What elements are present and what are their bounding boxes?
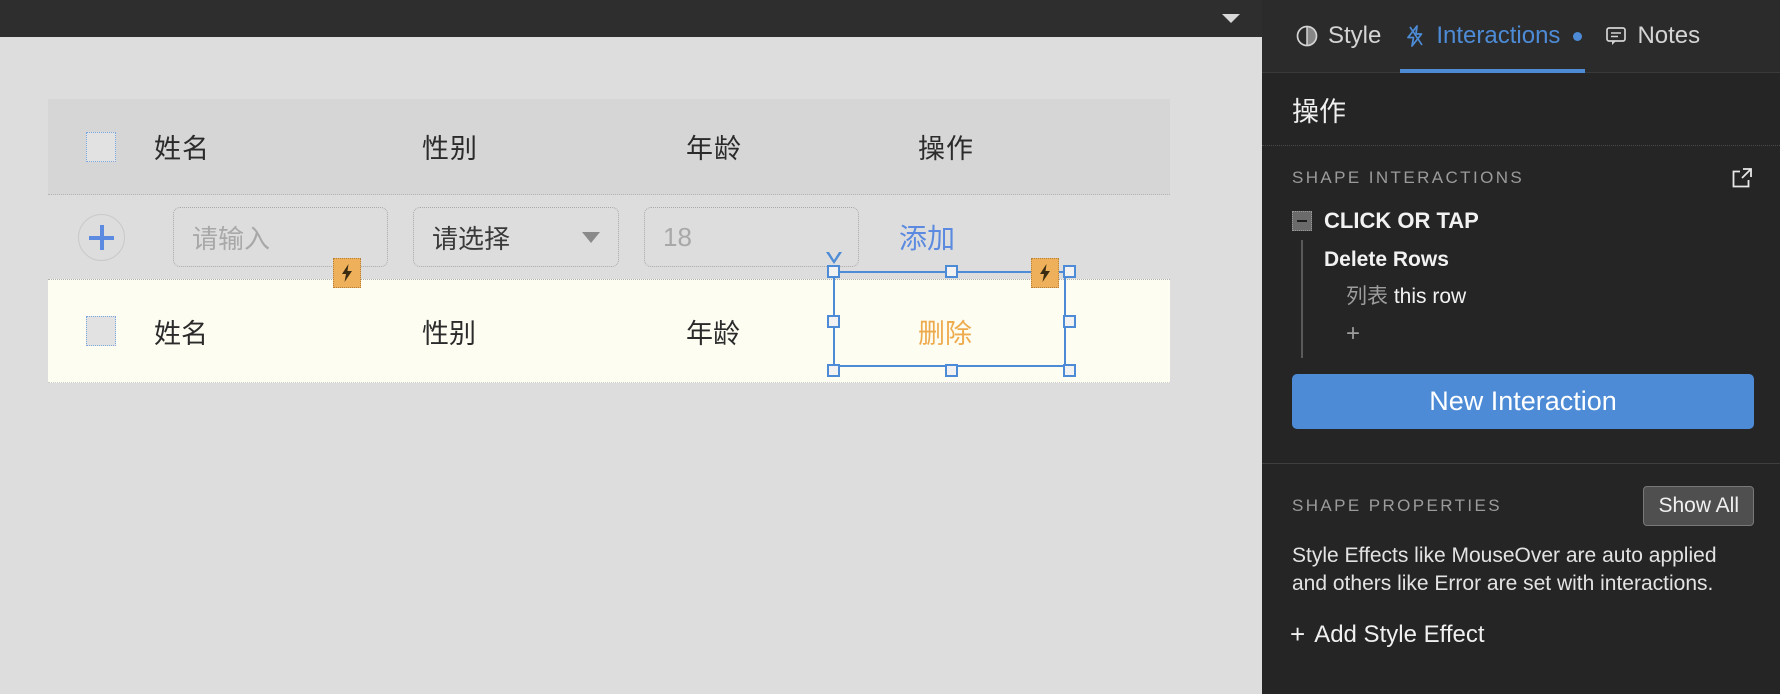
add-style-effect-button[interactable]: + Add Style Effect [1262,597,1780,650]
tab-modified-dot-icon [1573,31,1583,41]
interaction-event-label: CLICK OR TAP [1324,208,1479,233]
checkbox-unchecked-icon[interactable] [86,316,116,346]
add-style-effect-label: Add Style Effect [1314,620,1485,648]
style-droplet-icon [1295,24,1319,48]
add-button[interactable]: 添加 [899,217,955,257]
header-checkbox-cell [48,131,154,162]
row-checkbox-cell [48,316,154,346]
caret-down-icon [582,231,600,243]
interaction-target-row[interactable]: 列表 this row [1324,278,1780,314]
show-all-button[interactable]: Show All [1643,486,1754,526]
interaction-target-scope: this row [1393,285,1467,308]
shape-interactions-header: SHAPE INTERACTIONS [1262,146,1780,198]
plus-icon: + [1290,619,1306,650]
app-root: 姓名 性别 年龄 操作 请输入 请选择 18 添加 姓名 性别 年龄 删除 St… [0,0,1780,694]
tab-style-label: Style [1328,22,1382,49]
open-external-icon[interactable] [1730,166,1754,190]
table-header-row: 姓名 性别 年龄 操作 [48,99,1170,195]
inspector-panel: Style Interactions Notes 操作 SHAPE INTERA… [1262,0,1780,694]
tab-notes[interactable]: Notes [1593,0,1711,73]
canvas-area: 姓名 性别 年龄 操作 请输入 请选择 18 添加 姓名 性别 年龄 删除 [0,0,1262,694]
cell-interaction-bolt-icon[interactable] [1031,258,1059,288]
table-input-row: 请输入 请选择 18 添加 [48,195,1170,279]
collapse-minus-icon[interactable] [1292,211,1312,231]
panel-title: 操作 [1262,73,1780,146]
gender-select[interactable]: 请选择 [413,207,619,267]
canvas-topbar [0,0,1262,37]
shape-properties-label: SHAPE PROPERTIES [1292,496,1503,515]
tab-interactions[interactable]: Interactions [1392,0,1593,73]
row-cell-gender: 性别 [422,318,476,349]
column-header-age: 年龄 [686,134,742,164]
checkbox-unchecked-icon[interactable] [86,131,116,162]
column-header-action: 操作 [918,134,974,164]
row-interaction-bolt-icon[interactable] [333,258,361,288]
data-table: 姓名 性别 年龄 操作 请输入 请选择 18 添加 姓名 性别 年龄 删除 [48,99,1170,383]
design-canvas[interactable]: 姓名 性别 年龄 操作 请输入 请选择 18 添加 姓名 性别 年龄 删除 [0,37,1262,694]
column-header-name: 姓名 [154,134,210,164]
table-row[interactable]: 姓名 性别 年龄 删除 [48,279,1170,383]
row-cell-name: 姓名 [154,318,208,349]
plus-circle-icon[interactable] [78,213,125,261]
gender-select-value: 请选择 [432,223,511,254]
lightning-bolt-icon [1403,24,1427,48]
shape-properties-header: SHAPE PROPERTIES Show All [1262,464,1780,526]
row-delete-button[interactable]: 删除 [918,312,1170,351]
shape-properties-description: Style Effects like MouseOver are auto ap… [1292,544,1717,595]
interaction-target-object: 列表 [1346,285,1388,308]
tab-notes-label: Notes [1637,22,1701,49]
add-case-button[interactable]: + [1324,314,1780,350]
interaction-event-body: Delete Rows 列表 this row + [1301,240,1780,358]
interaction-action-label[interactable]: Delete Rows [1324,244,1780,278]
interaction-event-row[interactable]: CLICK OR TAP [1262,202,1780,240]
shape-interactions-label: SHAPE INTERACTIONS [1292,168,1525,187]
tab-interactions-label: Interactions [1436,22,1561,49]
tab-style[interactable]: Style [1284,0,1392,73]
panel-tab-bar: Style Interactions Notes [1262,0,1780,73]
rotate-handle-icon[interactable] [826,252,842,264]
interactions-list: CLICK OR TAP Delete Rows 列表 this row + [1262,198,1780,358]
note-comment-icon [1604,24,1628,48]
column-header-gender: 性别 [422,134,478,164]
chevron-down-icon[interactable] [1222,14,1240,23]
new-interaction-button[interactable]: New Interaction [1292,374,1754,429]
row-cell-age: 年龄 [686,318,740,349]
